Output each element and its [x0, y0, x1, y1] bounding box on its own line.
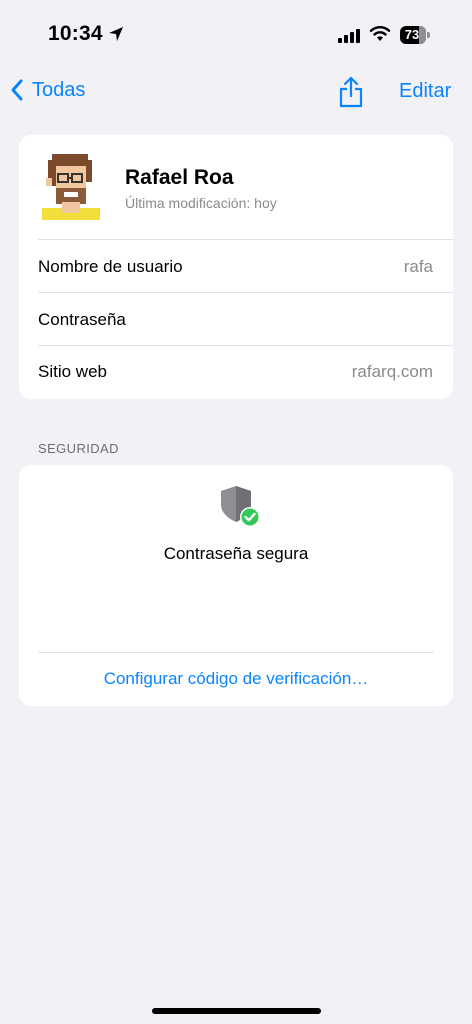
cellular-signal-icon: [338, 29, 360, 43]
username-value[interactable]: rafa: [404, 257, 433, 277]
username-label: Nombre de usuario: [38, 257, 183, 276]
edit-button[interactable]: Editar: [399, 80, 451, 103]
website-value[interactable]: rafarq.com: [352, 362, 433, 382]
avatar: [42, 154, 100, 220]
account-name: Rafael Roa: [125, 166, 234, 189]
battery-level: 73: [404, 27, 420, 42]
password-strength-status: Contraseña segura: [163, 544, 309, 563]
divider: [38, 292, 453, 293]
shield-check-icon: [221, 486, 260, 527]
divider: [38, 652, 434, 653]
battery-icon: 73: [400, 26, 430, 44]
home-indicator[interactable]: [152, 1008, 321, 1014]
password-label: Contraseña: [38, 310, 126, 329]
last-modified: Última modificación: hoy: [125, 195, 277, 211]
divider: [38, 345, 453, 346]
chevron-left-icon: [11, 79, 23, 101]
divider: [38, 239, 453, 240]
security-section-header: SEGURIDAD: [38, 441, 119, 456]
website-label: Sitio web: [38, 362, 107, 381]
location-arrow-icon: [109, 27, 123, 41]
configure-verification-code-button[interactable]: Configurar código de verificación…: [0, 669, 472, 689]
share-icon[interactable]: [338, 76, 364, 108]
status-time: 10:34: [48, 22, 103, 45]
wifi-icon: [369, 26, 391, 41]
back-label: Todas: [32, 78, 86, 101]
back-button[interactable]: Todas: [10, 78, 85, 102]
